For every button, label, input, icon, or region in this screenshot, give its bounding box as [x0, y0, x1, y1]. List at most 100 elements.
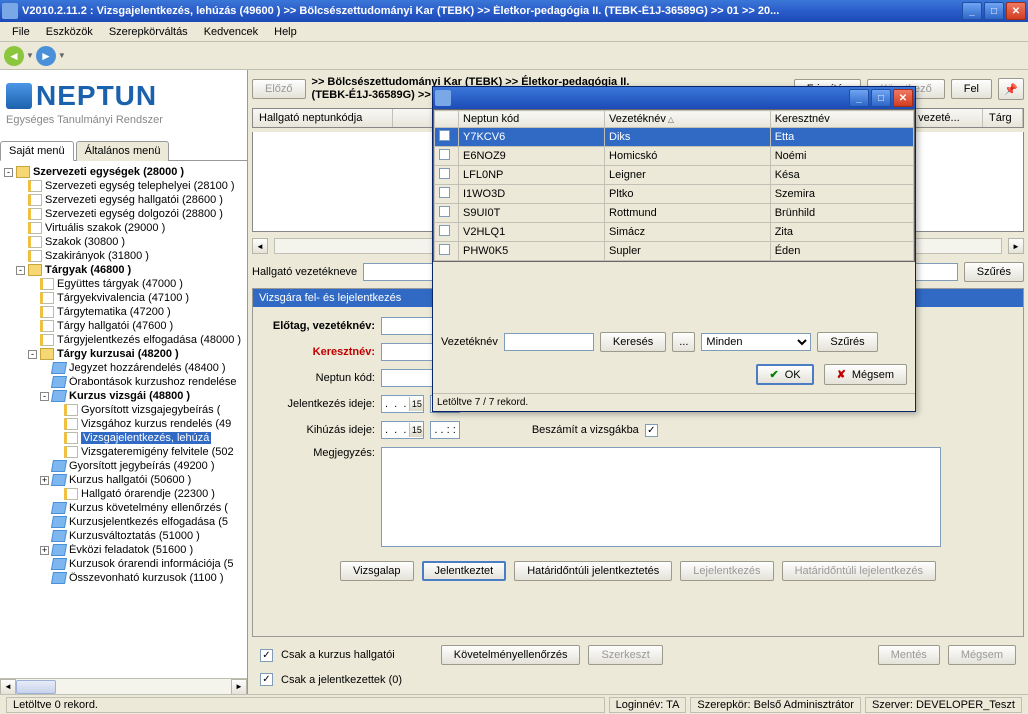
- nav-tree[interactable]: -Szervezeti egységek (28000 )Szervezeti …: [0, 161, 247, 678]
- tree-node[interactable]: Szervezeti egység telephelyei (28100 ): [0, 179, 247, 193]
- lejelentkezes-button[interactable]: Lejelentkezés: [680, 561, 773, 581]
- row-checkbox[interactable]: [439, 244, 450, 255]
- pin-button[interactable]: 📌: [998, 78, 1024, 100]
- tree-node[interactable]: Tárgytematika (47200 ): [0, 305, 247, 319]
- dlg-filter-button[interactable]: Szűrés: [817, 332, 877, 352]
- nav-back-dropdown[interactable]: ▼: [26, 51, 34, 60]
- table-row[interactable]: S9UI0TRottmundBrünhild: [435, 204, 914, 223]
- dlg-ok-button[interactable]: ✔OK: [756, 364, 813, 385]
- dlg-search-button[interactable]: Keresés: [600, 332, 666, 352]
- tree-toggle[interactable]: +: [40, 546, 49, 555]
- tree-node[interactable]: Virtuális szakok (29000 ): [0, 221, 247, 235]
- megsem-button[interactable]: Mégsem: [948, 645, 1016, 665]
- counts-checkbox[interactable]: ✓: [645, 424, 658, 437]
- table-row[interactable]: Y7KCV6DiksEtta: [435, 128, 914, 147]
- nav-forward-button[interactable]: ►: [36, 46, 56, 66]
- table-row[interactable]: V2HLQ1SimáczZita: [435, 223, 914, 242]
- tree-node[interactable]: Összevonható kurzusok (1100 ): [0, 571, 247, 585]
- dialog-maximize[interactable]: □: [871, 89, 891, 107]
- hatlejelent-button[interactable]: Határidőntúli lejelentkezés: [782, 561, 936, 581]
- strip-left[interactable]: ◄: [252, 238, 268, 254]
- minimize-button[interactable]: _: [962, 2, 982, 20]
- menu-roleswitch[interactable]: Szerepkörváltás: [101, 24, 196, 40]
- dialog-titlebar[interactable]: _ □ ✕: [433, 87, 915, 109]
- tree-node[interactable]: +Évközi feladatok (51600 ): [0, 543, 247, 557]
- tree-node[interactable]: Vizsgateremigény felvitele (502: [0, 445, 247, 459]
- tree-node[interactable]: Hallgató órarendje (22300 ): [0, 487, 247, 501]
- tree-node[interactable]: -Kurzus vizsgái (48800 ): [0, 389, 247, 403]
- tree-node[interactable]: Vizsgajelentkezés, lehúzá: [0, 431, 247, 445]
- nav-forward-dropdown[interactable]: ▼: [58, 51, 66, 60]
- dialog-minimize[interactable]: _: [849, 89, 869, 107]
- row-checkbox[interactable]: [439, 168, 450, 179]
- up-button[interactable]: Fel: [951, 79, 992, 99]
- tree-node[interactable]: Együttes tárgyak (47000 ): [0, 277, 247, 291]
- tree-toggle[interactable]: -: [28, 350, 37, 359]
- tree-toggle[interactable]: -: [16, 266, 25, 275]
- tree-node[interactable]: Szervezeti egység dolgozói (28800 ): [0, 207, 247, 221]
- row-checkbox[interactable]: [439, 206, 450, 217]
- tree-node[interactable]: Kurzusváltoztatás (51000 ): [0, 529, 247, 543]
- kovetel-button[interactable]: Követelményellenőrzés: [441, 645, 581, 665]
- col-targ[interactable]: Tárg: [983, 109, 1023, 127]
- col-lastname[interactable]: Vezetéknév△: [605, 111, 771, 128]
- table-row[interactable]: LFL0NPLeignerKésa: [435, 166, 914, 185]
- onlyreg-checkbox[interactable]: ✓: [260, 673, 273, 686]
- row-checkbox[interactable]: [439, 130, 450, 141]
- scroll-left-button[interactable]: ◄: [0, 679, 16, 695]
- scroll-thumb[interactable]: [16, 680, 56, 694]
- szerkeszt-button[interactable]: Szerkeszt: [588, 645, 662, 665]
- tree-node[interactable]: Kurzus követelmény ellenőrzés (: [0, 501, 247, 515]
- tree-node[interactable]: Szervezeti egység hallgatói (28600 ): [0, 193, 247, 207]
- mentes-button[interactable]: Mentés: [878, 645, 940, 665]
- close-button[interactable]: ✕: [1006, 2, 1026, 20]
- tree-node[interactable]: -Tárgyak (46800 ): [0, 263, 247, 277]
- nav-back-button[interactable]: ◄: [4, 46, 24, 66]
- tree-node[interactable]: Órabontások kurzushoz rendelése: [0, 375, 247, 389]
- prev-button[interactable]: Előző: [252, 79, 306, 99]
- tree-node[interactable]: Kurzusjelentkezés elfogadása (5: [0, 515, 247, 529]
- tree-node[interactable]: -Szervezeti egységek (28000 ): [0, 165, 247, 179]
- dlg-dots-button[interactable]: ...: [672, 332, 695, 352]
- col-code[interactable]: Neptun kód: [459, 111, 605, 128]
- tree-toggle[interactable]: +: [40, 476, 49, 485]
- vizsgalap-button[interactable]: Vizsgalap: [340, 561, 414, 581]
- calendar-icon[interactable]: 15: [409, 423, 423, 437]
- tree-node[interactable]: Tárgyjelentkezés elfogadása (48000 ): [0, 333, 247, 347]
- tree-node[interactable]: Szakok (30800 ): [0, 235, 247, 249]
- row-checkbox[interactable]: [439, 149, 450, 160]
- strip-right[interactable]: ►: [1008, 238, 1024, 254]
- dlg-filter-select[interactable]: Minden: [701, 333, 811, 351]
- calendar-icon[interactable]: 15: [409, 397, 423, 411]
- menu-file[interactable]: File: [4, 24, 38, 40]
- hatarido-button[interactable]: Határidőntúli jelentkeztetés: [514, 561, 672, 581]
- col-check[interactable]: [435, 111, 459, 128]
- tab-own-menu[interactable]: Saját menü: [0, 141, 74, 161]
- menu-help[interactable]: Help: [266, 24, 305, 40]
- col-firstname[interactable]: Keresztnév: [770, 111, 913, 128]
- tree-node[interactable]: Kurzusok órarendi információja (5: [0, 557, 247, 571]
- tree-node[interactable]: Vizsgához kurzus rendelés (49: [0, 417, 247, 431]
- drawtimefield-input[interactable]: . . : :: [430, 421, 459, 439]
- tree-hscroll[interactable]: ◄ ►: [0, 678, 247, 694]
- maximize-button[interactable]: □: [984, 2, 1004, 20]
- jelentkeztet-button[interactable]: Jelentkeztet: [422, 561, 507, 581]
- tree-toggle[interactable]: -: [40, 392, 49, 401]
- menu-tools[interactable]: Eszközök: [38, 24, 101, 40]
- menu-favorites[interactable]: Kedvencek: [196, 24, 266, 40]
- tree-node[interactable]: Jegyzet hozzárendelés (48400 ): [0, 361, 247, 375]
- tree-node[interactable]: Tárgyekvivalencia (47100 ): [0, 291, 247, 305]
- regdate-input[interactable]: . . .15: [381, 395, 424, 413]
- table-row[interactable]: PHW0K5SuplerÉden: [435, 242, 914, 261]
- tree-node[interactable]: Gyorsított vizsgajegybeírás (: [0, 403, 247, 417]
- row-checkbox[interactable]: [439, 225, 450, 236]
- tree-node[interactable]: Tárgy hallgatói (47600 ): [0, 319, 247, 333]
- tree-node[interactable]: Szakirányok (31800 ): [0, 249, 247, 263]
- dlg-search-input[interactable]: [504, 333, 594, 351]
- row-checkbox[interactable]: [439, 187, 450, 198]
- tree-node[interactable]: Gyorsított jegybeírás (49200 ): [0, 459, 247, 473]
- dialog-grid[interactable]: Neptun kód Vezetéknév△ Keresztnév Y7KCV6…: [433, 109, 915, 262]
- filter-button[interactable]: Szűrés: [964, 262, 1024, 282]
- tree-toggle[interactable]: -: [4, 168, 13, 177]
- onlycourse-checkbox[interactable]: ✓: [260, 649, 273, 662]
